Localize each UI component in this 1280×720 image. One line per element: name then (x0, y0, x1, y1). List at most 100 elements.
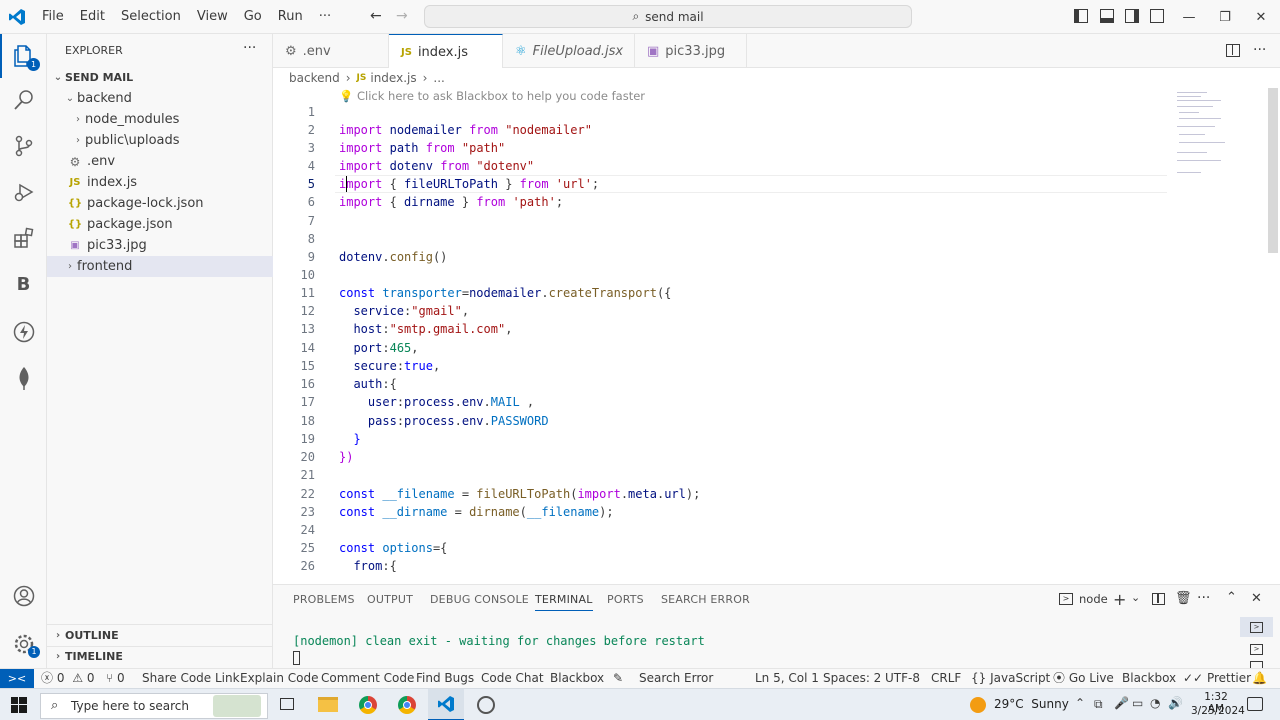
notifications-bell-icon[interactable]: 🔔 (1252, 669, 1267, 688)
tree-item-frontend[interactable]: › frontend (47, 256, 273, 277)
toggle-panel-icon[interactable] (1100, 9, 1114, 23)
mongodb-leaf-icon[interactable] (0, 356, 47, 400)
go-live[interactable]: ⦿ Go Live (1053, 669, 1114, 688)
tab-index-js[interactable]: JS index.js (389, 34, 503, 69)
chevron-down-icon[interactable]: ⌄ (1131, 591, 1140, 604)
tree-item-pic33[interactable]: ▣ pic33.jpg (47, 235, 273, 256)
more-actions-icon[interactable]: ··· (1253, 42, 1266, 58)
tray-app-icon[interactable]: ⧉ (1094, 697, 1103, 712)
file-explorer-icon[interactable] (318, 697, 338, 712)
more-actions-icon[interactable]: ··· (1197, 590, 1210, 606)
source-control-icon[interactable] (0, 124, 47, 168)
split-terminal-icon[interactable] (1152, 593, 1165, 605)
menu-selection[interactable]: Selection (113, 0, 189, 34)
tree-item-package-lock[interactable]: {} package-lock.json (47, 193, 273, 214)
find-bugs[interactable]: Find Bugs (416, 669, 474, 688)
language-mode[interactable]: {} JavaScript (971, 669, 1050, 688)
tree-item-index-js[interactable]: JS index.js (47, 172, 273, 193)
chrome-profile-icon[interactable] (398, 696, 416, 714)
tab-problems[interactable]: PROBLEMS (293, 593, 355, 606)
blackbox-right[interactable]: Blackbox (1122, 669, 1176, 688)
code-editor[interactable]: 1 2 3 4 5 6 7 8 9 10 11 12 13 14 15 16 17 18 19 20 21 22 23 24 2… (273, 88, 1280, 584)
vertical-scrollbar[interactable] (1268, 88, 1278, 253)
split-editor-icon[interactable] (1226, 44, 1240, 57)
comment-code[interactable]: Comment Code (321, 669, 414, 688)
code-chat[interactable]: Code Chat (481, 669, 544, 688)
lightning-icon[interactable] (0, 310, 47, 354)
toggle-primary-sidebar-icon[interactable] (1074, 9, 1088, 23)
extensions-icon[interactable] (0, 216, 47, 260)
terminal-shell-selector[interactable]: > node (1059, 592, 1108, 606)
close-button[interactable]: ✕ (1238, 0, 1280, 34)
tab-env[interactable]: ⚙ .env (273, 34, 389, 68)
weather-text[interactable]: 29°C Sunny (994, 697, 1069, 711)
battery-icon[interactable]: ▭ (1132, 696, 1143, 710)
prettier[interactable]: ✓✓ Prettier (1183, 669, 1251, 688)
tab-output[interactable]: OUTPUT (367, 593, 413, 606)
menu-run[interactable]: Run (270, 0, 311, 34)
remote-indicator-icon[interactable]: >< (0, 669, 34, 688)
tab-pic33[interactable]: ▣ pic33.jpg (635, 34, 747, 68)
menu-file[interactable]: File (34, 0, 72, 34)
tray-chevron-up-icon[interactable]: ⌃ (1075, 696, 1085, 710)
task-view-icon[interactable] (280, 698, 294, 710)
outline-section[interactable]: › OUTLINE (47, 625, 273, 646)
breadcrumb-folder[interactable]: backend (289, 71, 340, 85)
terminal-instance-active[interactable]: > (1240, 617, 1273, 637)
terminal-instance-2[interactable]: > (1240, 639, 1273, 659)
minimap[interactable] (1175, 88, 1235, 188)
end-of-line[interactable]: CRLF (931, 669, 961, 688)
share-code-link[interactable]: Share Code Link (142, 669, 240, 688)
maximize-panel-icon[interactable]: ⌃ (1226, 590, 1237, 605)
blackbox-status[interactable]: Blackbox (550, 669, 604, 688)
explorer-more-icon[interactable]: ··· (243, 40, 256, 56)
tab-search-error[interactable]: SEARCH ERROR (661, 593, 750, 606)
back-arrow-icon[interactable]: ← (370, 8, 382, 24)
run-debug-icon[interactable] (0, 170, 47, 214)
accounts-icon[interactable] (0, 574, 47, 618)
tree-item-env[interactable]: ⚙ .env (47, 151, 273, 172)
menu-edit[interactable]: Edit (72, 0, 113, 34)
taskbar-search-box[interactable]: ⌕ Type here to search (40, 693, 268, 719)
menu-more[interactable]: ··· (311, 0, 339, 34)
blackbox-b-icon[interactable]: B (0, 262, 47, 306)
chrome-icon[interactable] (359, 696, 377, 714)
timeline-section[interactable]: › TIMELINE (47, 646, 273, 667)
ports-indicator[interactable]: ⑂ 0 (106, 669, 125, 688)
breadcrumb-file[interactable]: index.js (370, 71, 416, 85)
search-error[interactable]: Search Error (639, 669, 713, 688)
vscode-taskbar-icon[interactable] (428, 689, 464, 720)
tab-fileupload[interactable]: ⚛ FileUpload.jsx (503, 34, 635, 68)
app-circle-icon[interactable] (477, 696, 495, 714)
tree-item-package-json[interactable]: {} package.json (47, 214, 273, 235)
toggle-secondary-sidebar-icon[interactable] (1125, 9, 1139, 23)
settings-gear-icon[interactable] (0, 622, 47, 666)
wifi-icon[interactable]: ◔ (1150, 696, 1160, 710)
cursor-position[interactable]: Ln 5, Col 1 (755, 669, 819, 688)
tree-item-node-modules[interactable]: › node_modules (47, 109, 273, 130)
menu-go[interactable]: Go (236, 0, 270, 34)
explorer-files-icon[interactable] (0, 34, 47, 78)
tree-item-public-uploads[interactable]: › public\uploads (47, 130, 273, 151)
tree-item-backend[interactable]: ⌄ backend (47, 88, 273, 109)
explain-code[interactable]: Explain Code (240, 669, 318, 688)
customize-layout-icon[interactable] (1150, 9, 1164, 23)
tab-debug-console[interactable]: DEBUG CONSOLE (430, 593, 529, 606)
close-panel-icon[interactable]: ✕ (1251, 591, 1262, 606)
forward-arrow-icon[interactable]: → (396, 8, 408, 24)
notification-center-icon[interactable] (1247, 697, 1263, 711)
encoding[interactable]: UTF-8 (885, 669, 920, 688)
trash-icon[interactable]: 🗑 (1175, 591, 1192, 606)
command-center-search[interactable]: ⌕ send mail (424, 5, 912, 28)
search-icon[interactable] (0, 78, 47, 122)
workspace-root[interactable]: ⌄ SEND MAIL (47, 67, 273, 88)
tab-ports[interactable]: PORTS (607, 593, 644, 606)
clock-date[interactable]: 3/25/2024 (1191, 705, 1245, 717)
windows-start-icon[interactable] (11, 697, 27, 713)
microphone-icon[interactable]: 🎤 (1114, 696, 1129, 710)
new-terminal-plus-icon[interactable]: + (1113, 590, 1126, 609)
indentation[interactable]: Spaces: 2 (823, 669, 881, 688)
breadcrumb-symbol[interactable]: ... (433, 71, 444, 85)
tab-terminal[interactable]: TERMINAL (535, 593, 593, 611)
menu-view[interactable]: View (189, 0, 236, 34)
